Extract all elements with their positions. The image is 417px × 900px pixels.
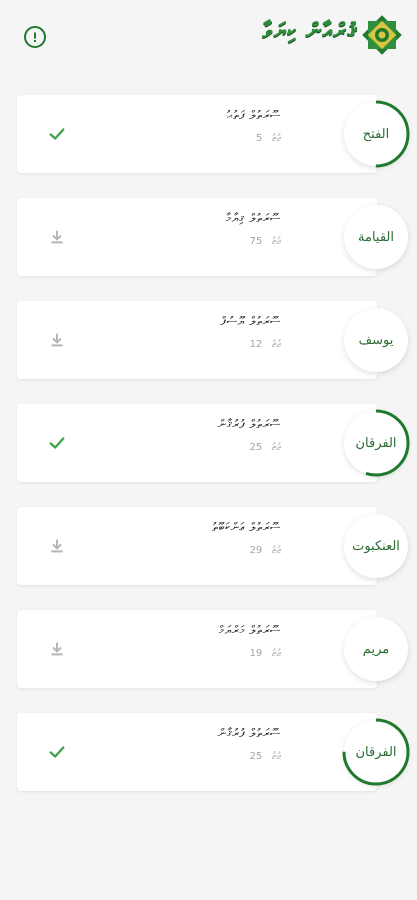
- surah-title: ސޫރަތުލް ފަތުޙު: [226, 108, 281, 122]
- surah-title: ސޫރަތުލް ފުރުޤާން: [217, 417, 281, 431]
- surah-count-label: ޖުޒު: [271, 751, 281, 762]
- progress-circle[interactable]: مريم: [341, 614, 411, 684]
- list-item[interactable]: ސޫރަތުލް ފުރުޤާން ޖުޒު 25 الفرقان: [0, 713, 417, 791]
- checkmark-icon: [47, 742, 67, 762]
- surah-meta: ޖުޒު 25: [218, 442, 281, 453]
- app-title: ޤުރްއާން ކިޔަވާ: [262, 18, 357, 44]
- list-item[interactable]: ސޫރަތުލް ޢަންކަބޫތު ޖުޒު 29 العنكبوت: [0, 507, 417, 585]
- info-circle-icon: [34, 32, 36, 42]
- progress-circle[interactable]: الفرقان: [341, 408, 411, 478]
- surah-list: ސޫރަތުލް ފަތުޙު ޖުޒު 5 الفتح ސޫރަތުލް ޤި…: [0, 95, 417, 816]
- list-item[interactable]: ސޫރަތުލް ޔޫސުފް ޖުޒު 12 يوسف: [0, 301, 417, 379]
- surah-card[interactable]: ސޫރަތުލް ޤިޔާމާ ޖުޒު 75: [17, 198, 377, 276]
- surah-count: 19: [249, 648, 263, 659]
- surah-count: 29: [249, 545, 263, 556]
- surah-text: ސޫރަތުލް މަރްޔަމް ޖުޒު 19: [219, 623, 281, 659]
- surah-count-label: ޖުޒު: [271, 339, 281, 350]
- surah-calligraphy: الفرقان: [355, 744, 397, 760]
- surah-meta: ޖުޒު 5: [227, 133, 281, 144]
- surah-calligraphy: مريم: [362, 641, 390, 657]
- surah-card[interactable]: ސޫރަތުލް ފަތުޙު ޖުޒު 5: [17, 95, 377, 173]
- progress-circle[interactable]: القيامة: [341, 202, 411, 272]
- surah-count: 25: [249, 442, 263, 453]
- surah-calligraphy: القيامة: [358, 229, 394, 245]
- info-button[interactable]: [24, 26, 46, 48]
- surah-card[interactable]: ސޫރަތުލް ޔޫސުފް ޖުޒު 12: [17, 301, 377, 379]
- surah-count: 25: [249, 751, 263, 762]
- surah-count-label: ޖުޒު: [271, 442, 281, 453]
- list-item[interactable]: ސޫރަތުލް މަރްޔަމް ޖުޒު 19 مريم: [0, 610, 417, 688]
- surah-meta: ޖުޒު 29: [212, 545, 281, 556]
- surah-title: ސޫރަތުލް ޤިޔާމާ: [225, 211, 281, 225]
- surah-title: ސޫރަތުލް މަރްޔަމް: [218, 623, 281, 637]
- list-item[interactable]: ސޫރަތުލް ޤިޔާމާ ޖުޒު 75 القيامة: [0, 198, 417, 276]
- list-item[interactable]: ސޫރަތުލް ފުރުޤާން ޖުޒު 25 الفرقان: [0, 404, 417, 482]
- surah-meta: ޖުޒު 19: [219, 648, 281, 659]
- list-item[interactable]: ސޫރަތުލް ފަތުޙު ޖުޒު 5 الفتح: [0, 95, 417, 173]
- surah-card[interactable]: ސޫރަތުލް ފުރުޤާން ޖުޒު 25: [17, 404, 377, 482]
- app-header: ޤުރްއާން ކިޔަވާ: [0, 0, 417, 80]
- surah-count-label: ޖުޒު: [271, 648, 281, 659]
- surah-card[interactable]: ސޫރަތުލް ޢަންކަބޫތު ޖުޒު 29: [17, 507, 377, 585]
- emblem-logo-icon: [361, 14, 403, 56]
- surah-card[interactable]: ސޫރަތުލް މަރްޔަމް ޖުޒު 19: [17, 610, 377, 688]
- surah-calligraphy: يوسف: [358, 332, 394, 348]
- download-icon[interactable]: [47, 639, 67, 659]
- progress-circle[interactable]: يوسف: [341, 305, 411, 375]
- progress-circle[interactable]: الفرقان: [341, 717, 411, 787]
- surah-card[interactable]: ސޫރަތުލް ފުރުޤާން ޖުޒު 25: [17, 713, 377, 791]
- progress-circle[interactable]: العنكبوت: [341, 511, 411, 581]
- surah-count-label: ޖުޒު: [271, 236, 281, 247]
- surah-meta: ޖުޒު 12: [220, 339, 281, 350]
- surah-count-label: ޖުޒު: [271, 133, 281, 144]
- surah-text: ސޫރަތުލް ޔޫސުފް ޖުޒު 12: [220, 314, 281, 350]
- surah-calligraphy: العنكبوت: [352, 538, 400, 554]
- surah-count: 12: [249, 339, 263, 350]
- progress-circle[interactable]: الفتح: [341, 99, 411, 169]
- surah-title: ސޫރަތުލް ޢަންކަބޫތު: [212, 520, 281, 534]
- download-icon[interactable]: [47, 330, 67, 350]
- surah-text: ސޫރަތުލް ފުރުޤާން ޖުޒު 25: [218, 726, 282, 762]
- surah-text: ސޫރަތުލް ޢަންކަބޫތު ޖުޒު 29: [212, 520, 281, 556]
- download-icon[interactable]: [47, 536, 67, 556]
- surah-count-label: ޖުޒު: [271, 545, 281, 556]
- surah-text: ސޫރަތުލް ޤިޔާމާ ޖުޒު 75: [226, 211, 281, 247]
- surah-calligraphy: الفرقان: [355, 435, 397, 451]
- surah-meta: ޖުޒު 25: [218, 751, 281, 762]
- surah-text: ސޫރަތުލް ފުރުޤާން ޖުޒު 25: [218, 417, 282, 453]
- checkmark-icon: [47, 124, 67, 144]
- surah-count: 5: [255, 133, 263, 144]
- surah-meta: ޖުޒު 75: [226, 236, 281, 247]
- surah-title: ސޫރަތުލް ޔޫސުފް: [220, 314, 281, 328]
- download-icon[interactable]: [47, 227, 67, 247]
- checkmark-icon: [47, 433, 67, 453]
- surah-title: ސޫރަތުލް ފުރުޤާން: [217, 726, 281, 740]
- surah-count: 75: [249, 236, 263, 247]
- surah-text: ސޫރަތުލް ފަތުޙު ޖުޒު 5: [227, 108, 281, 144]
- surah-calligraphy: الفتح: [362, 126, 390, 142]
